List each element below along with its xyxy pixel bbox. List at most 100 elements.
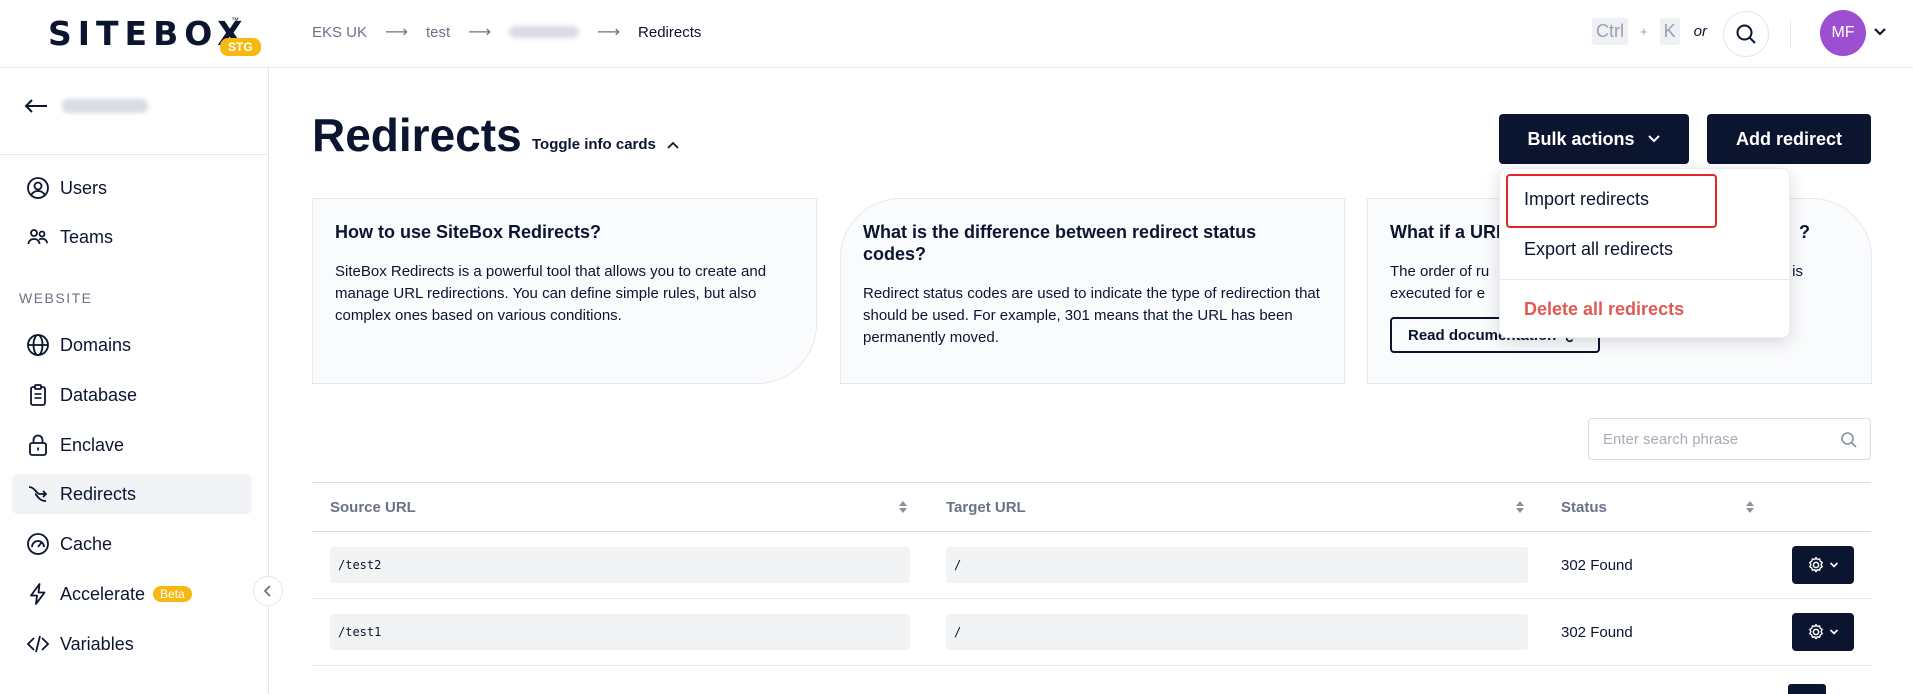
table-header: Source URL Target URL Status: [312, 482, 1871, 532]
column-header-status[interactable]: Status: [1561, 499, 1607, 516]
clipboard-icon: [30, 384, 46, 406]
arrow-left-icon: [24, 99, 47, 113]
header-divider: [1790, 20, 1791, 48]
section-label-website: WEBSITE: [19, 290, 93, 306]
bulk-actions-button[interactable]: Bulk actions: [1499, 114, 1689, 164]
info-card-body: Redirect status codes are used to indica…: [863, 285, 1320, 346]
user-circle-icon: [27, 177, 49, 199]
sort-icon[interactable]: [1745, 499, 1755, 515]
toggle-info-label: Toggle info cards: [532, 136, 656, 153]
breadcrumb: EKS UK ⟶ test ⟶ ⟶ Redirects: [312, 22, 701, 42]
info-card-status-codes: What is the difference between redirect …: [840, 198, 1345, 384]
toggle-info-cards-button[interactable]: Toggle info cards: [532, 136, 680, 153]
gear-icon: [1809, 556, 1823, 573]
table-row: /test2 / 302 Found: [312, 532, 1871, 599]
breadcrumb-item-redacted[interactable]: [509, 26, 580, 38]
top-header: SITEBOX ™ STG EKS UK ⟶ test ⟶ ⟶ Redirect…: [0, 0, 1913, 68]
arrow-right-icon: ⟶: [385, 24, 408, 41]
menu-divider: [1500, 279, 1791, 280]
menu-item-export-redirects[interactable]: Export all redirects: [1524, 239, 1673, 260]
target-url-cell[interactable]: /: [946, 614, 1528, 650]
source-url-cell[interactable]: /test2: [330, 547, 910, 583]
sidebar-item-label: Cache: [60, 533, 113, 554]
sidebar-item-label: Database: [60, 384, 138, 405]
search-field[interactable]: [1588, 418, 1871, 460]
sort-icon[interactable]: [1515, 499, 1525, 515]
sidebar-item-label: Teams: [60, 226, 114, 247]
sitebox-logo[interactable]: SITEBOX ™ STG: [48, 14, 261, 56]
bulk-actions-menu: Import redirects Export all redirects De…: [1499, 168, 1791, 338]
info-card-title: What is the difference between redirect …: [863, 222, 1257, 264]
info-card-body: SiteBox Redirects is a powerful tool tha…: [335, 263, 767, 324]
kbd-plus: +: [1640, 24, 1648, 39]
avatar[interactable]: MF: [1820, 10, 1866, 56]
sidebar: Users Teams WEBSITE Domains Database Enc…: [0, 68, 283, 694]
search-icon: [1841, 432, 1857, 448]
sidebar-item-variables[interactable]: Variables: [12, 624, 252, 664]
column-header-source-url[interactable]: Source URL: [330, 499, 416, 516]
sidebar-divider: [0, 154, 269, 155]
menu-item-delete-redirects[interactable]: Delete all redirects: [1524, 299, 1684, 320]
breadcrumb-item-cluster[interactable]: EKS UK: [312, 24, 367, 41]
lock-icon: [29, 434, 47, 456]
breadcrumb-item-project[interactable]: test: [426, 24, 450, 41]
info-card-title-start: What if a URL: [1390, 222, 1507, 242]
sidebar-item-label: Enclave: [60, 434, 125, 455]
column-header-target-url[interactable]: Target URL: [946, 499, 1026, 516]
sidebar-item-teams[interactable]: Teams: [12, 217, 252, 257]
sort-icon[interactable]: [898, 499, 908, 515]
sidebar-item-cache[interactable]: Cache: [12, 524, 252, 564]
chevron-left-icon: [263, 585, 271, 597]
breadcrumb-item-current: Redirects: [638, 23, 702, 41]
beta-badge: Beta: [153, 586, 192, 602]
code-icon: [26, 635, 50, 653]
site-name-redacted: [62, 99, 148, 113]
sidebar-item-label: Redirects: [60, 483, 137, 504]
source-url-cell[interactable]: /test1: [330, 614, 910, 650]
search-shortcut: Ctrl + K or: [1592, 18, 1717, 45]
sidebar-item-accelerate[interactable]: Accelerate Beta: [12, 574, 252, 614]
menu-item-import-redirects[interactable]: Import redirects: [1524, 189, 1649, 210]
arrow-right-icon: ⟶: [468, 24, 492, 41]
add-redirect-button[interactable]: Add redirect: [1707, 114, 1871, 164]
chevron-down-icon: [1829, 562, 1839, 568]
status-cell: 302 Found: [1561, 624, 1633, 641]
sidebar-item-label: Users: [60, 177, 108, 198]
shortcut-or: or: [1693, 23, 1707, 40]
back-button[interactable]: [24, 98, 148, 114]
kbd-k: K: [1659, 18, 1680, 45]
row-actions-button[interactable]: [1792, 546, 1854, 584]
redirect-icon: [28, 486, 48, 502]
info-card-body-start: The order of ru: [1390, 263, 1490, 280]
pagination-button[interactable]: [1788, 684, 1826, 694]
chevron-down-icon: [1647, 135, 1660, 143]
page-title: Redirects: [312, 109, 522, 161]
sidebar-item-label: Domains: [60, 334, 132, 355]
sidebar-item-redirects[interactable]: Redirects: [12, 474, 252, 514]
sidebar-item-users[interactable]: Users: [12, 168, 252, 208]
info-card-how-to-use: How to use SiteBox Redirects? SiteBox Re…: [312, 198, 817, 384]
sidebar-item-database[interactable]: Database: [12, 375, 252, 415]
sidebar-item-enclave[interactable]: Enclave: [12, 425, 252, 465]
table-row: /test1 / 302 Found: [312, 599, 1871, 666]
chevron-down-icon: [1829, 629, 1839, 635]
global-search-button[interactable]: [1723, 11, 1769, 57]
sidebar-item-label: Accelerate: [60, 583, 146, 604]
info-card-title: How to use SiteBox Redirects?: [335, 222, 602, 242]
chevron-down-icon[interactable]: [1872, 24, 1888, 40]
target-url-cell[interactable]: /: [946, 547, 1528, 583]
globe-icon: [27, 334, 49, 356]
sidebar-item-domains[interactable]: Domains: [12, 325, 252, 365]
gauge-icon: [27, 533, 49, 555]
search-input[interactable]: [1603, 430, 1823, 448]
teams-icon: [27, 229, 48, 245]
sidebar-item-label: Variables: [60, 633, 134, 654]
info-card-title-end: ?: [1799, 222, 1810, 242]
bolt-icon: [30, 583, 46, 605]
env-badge: STG: [220, 38, 261, 56]
row-actions-button[interactable]: [1792, 613, 1854, 651]
arrow-right-icon: ⟶: [597, 24, 621, 41]
kbd-ctrl: Ctrl: [1592, 18, 1628, 45]
collapse-sidebar-button[interactable]: [253, 576, 283, 606]
logo-text: SITEBOX: [48, 14, 249, 53]
